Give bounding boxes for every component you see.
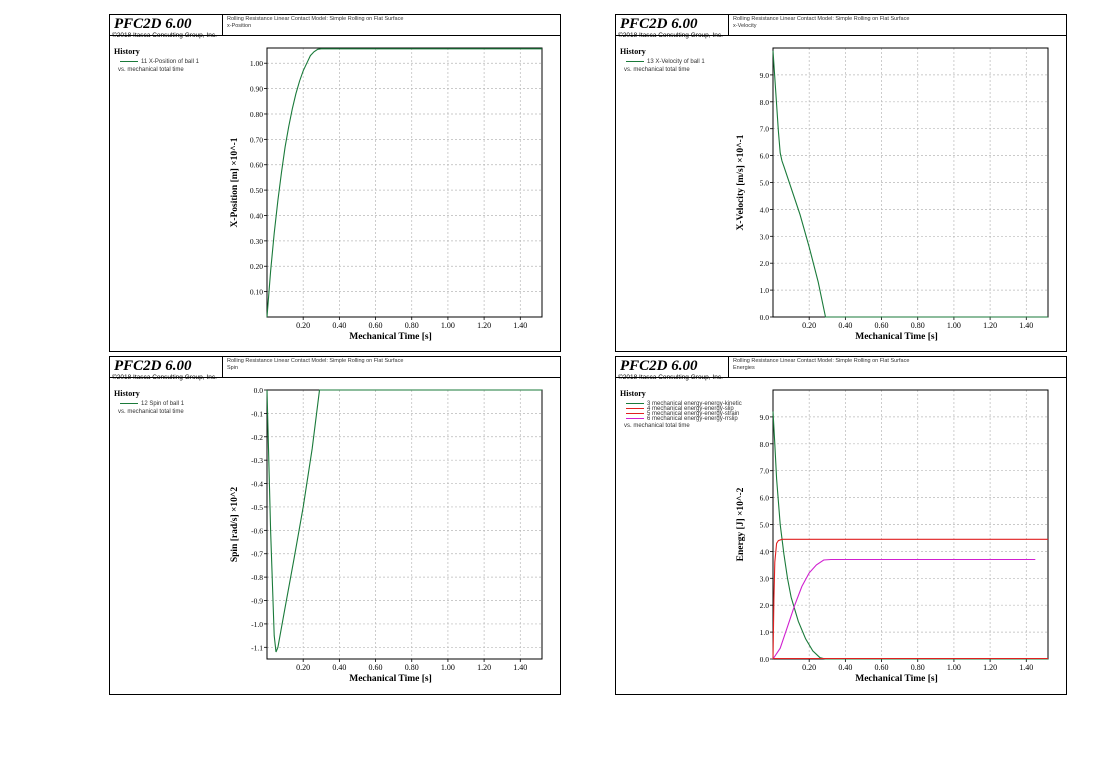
y-tick-label: -0.5 <box>251 503 263 512</box>
x-tick-label: 0.80 <box>911 663 925 672</box>
y-tick-label: 1.0 <box>760 286 770 295</box>
history-chart: 0.20 0.40 0.60 0.80 1.00 1.20 1.40 0.10 0.20 0.30… <box>230 47 543 342</box>
y-tick-label: 4.0 <box>760 547 770 556</box>
series-line <box>266 48 542 318</box>
x-tick-label: 0.80 <box>405 663 419 672</box>
y-tick-label: 3.0 <box>760 232 770 241</box>
history-plot-panel: PFC2D 6.00 ©2018 Itasca Consulting Group,… <box>109 14 561 352</box>
y-tick-label: 4.0 <box>760 205 770 214</box>
history-chart: 0.20 0.40 0.60 0.80 1.00 1.20 1.40 0.0 1.0 2.0 3.0… <box>736 47 1049 342</box>
x-axis-label: Mechanical Time [s] <box>349 674 432 684</box>
y-tick-label: 0.40 <box>250 211 263 220</box>
x-tick-label: 1.20 <box>983 663 997 672</box>
plot-frame <box>266 389 543 660</box>
y-tick-label: -0.2 <box>251 433 263 442</box>
x-axis-label: Mechanical Time [s] <box>349 332 432 342</box>
y-tick-label: 9.0 <box>760 413 770 422</box>
x-tick-label: 0.60 <box>875 321 889 330</box>
y-axis-label: Spin [rad/s] ×10^2 <box>230 487 240 563</box>
y-tick-label: -0.4 <box>251 480 263 489</box>
x-axis-label: Mechanical Time [s] <box>855 332 938 342</box>
x-tick-label: 1.00 <box>947 321 961 330</box>
y-tick-label: 9.0 <box>760 71 770 80</box>
series-line <box>772 538 1048 660</box>
y-tick-label: 1.00 <box>250 59 263 68</box>
x-tick-label: 1.40 <box>1019 663 1033 672</box>
y-tick-label: 2.0 <box>760 259 770 268</box>
history-chart: 0.20 0.40 0.60 0.80 1.00 1.20 1.40 0.0 -0.1 -0.2 -… <box>230 386 543 684</box>
y-tick-label: -0.7 <box>251 550 263 559</box>
x-tick-label: 0.80 <box>405 321 419 330</box>
x-tick-label: 0.60 <box>369 321 383 330</box>
history-chart: 0.20 0.40 0.60 0.80 1.00 1.20 1.40 0.0 1.0 2.0 3.0… <box>736 389 1049 684</box>
y-axis-label: X-Position [m] ×10^-1 <box>230 137 240 227</box>
y-tick-label: 0.0 <box>254 386 264 395</box>
y-tick-label: -0.1 <box>251 409 263 418</box>
x-tick-label: 1.40 <box>513 663 527 672</box>
y-tick-label: 6.0 <box>760 494 770 503</box>
y-tick-label: 7.0 <box>760 125 770 134</box>
history-plot-panel: PFC2D 6.00 ©2018 Itasca Consulting Group,… <box>615 14 1067 352</box>
x-tick-label: 0.60 <box>875 663 889 672</box>
y-tick-label: 7.0 <box>760 467 770 476</box>
x-tick-label: 0.40 <box>332 321 346 330</box>
y-tick-label: 5.0 <box>760 179 770 188</box>
series-line <box>772 558 1036 660</box>
series-line <box>772 50 1048 318</box>
y-tick-label: 3.0 <box>760 574 770 583</box>
y-tick-label: 8.0 <box>760 440 770 449</box>
x-tick-label: 0.60 <box>369 663 383 672</box>
x-tick-label: 0.40 <box>838 321 852 330</box>
y-tick-label: -1.0 <box>251 620 263 629</box>
y-tick-label: 0.70 <box>250 135 263 144</box>
y-axis-label: X-Velocity [m/s] ×10^-1 <box>736 134 746 230</box>
y-tick-label: 0.90 <box>250 85 263 94</box>
x-tick-label: 1.40 <box>513 321 527 330</box>
y-tick-label: 0.10 <box>250 288 263 297</box>
x-tick-label: 0.20 <box>296 663 310 672</box>
y-tick-label: -1.1 <box>251 643 263 652</box>
y-tick-label: 0.30 <box>250 237 263 246</box>
y-tick-label: 0.0 <box>760 313 770 322</box>
y-tick-label: -0.6 <box>251 526 263 535</box>
x-tick-label: 0.40 <box>838 663 852 672</box>
x-tick-label: 0.20 <box>802 663 816 672</box>
x-tick-label: 1.00 <box>441 663 455 672</box>
y-tick-label: 1.0 <box>760 628 770 637</box>
y-tick-label: -0.3 <box>251 456 263 465</box>
x-tick-label: 1.20 <box>983 321 997 330</box>
y-tick-label: 8.0 <box>760 98 770 107</box>
y-tick-label: -0.9 <box>251 597 263 606</box>
y-tick-label: -0.8 <box>251 573 263 582</box>
y-tick-label: 0.20 <box>250 262 263 271</box>
x-tick-label: 1.20 <box>477 663 491 672</box>
history-plot-panel: PFC2D 6.00 ©2018 Itasca Consulting Group,… <box>109 356 561 695</box>
x-tick-label: 1.00 <box>947 663 961 672</box>
x-tick-label: 1.00 <box>441 321 455 330</box>
y-tick-label: 6.0 <box>760 152 770 161</box>
y-tick-label: 0.80 <box>250 110 263 119</box>
y-tick-label: 0.50 <box>250 186 263 195</box>
x-tick-label: 1.40 <box>1019 321 1033 330</box>
y-axis-label: Energy [J] ×10^-2 <box>736 487 746 561</box>
history-plot-panel: PFC2D 6.00 ©2018 Itasca Consulting Group,… <box>615 356 1067 695</box>
x-tick-label: 1.20 <box>477 321 491 330</box>
x-tick-label: 0.40 <box>332 663 346 672</box>
x-tick-label: 0.20 <box>802 321 816 330</box>
series-line <box>266 389 542 653</box>
y-tick-label: 5.0 <box>760 521 770 530</box>
y-tick-label: 2.0 <box>760 601 770 610</box>
y-tick-label: 0.60 <box>250 161 263 170</box>
y-tick-label: 0.0 <box>760 655 770 664</box>
x-tick-label: 0.20 <box>296 321 310 330</box>
x-tick-label: 0.80 <box>911 321 925 330</box>
x-axis-label: Mechanical Time [s] <box>855 674 938 684</box>
series-line <box>772 411 1048 660</box>
